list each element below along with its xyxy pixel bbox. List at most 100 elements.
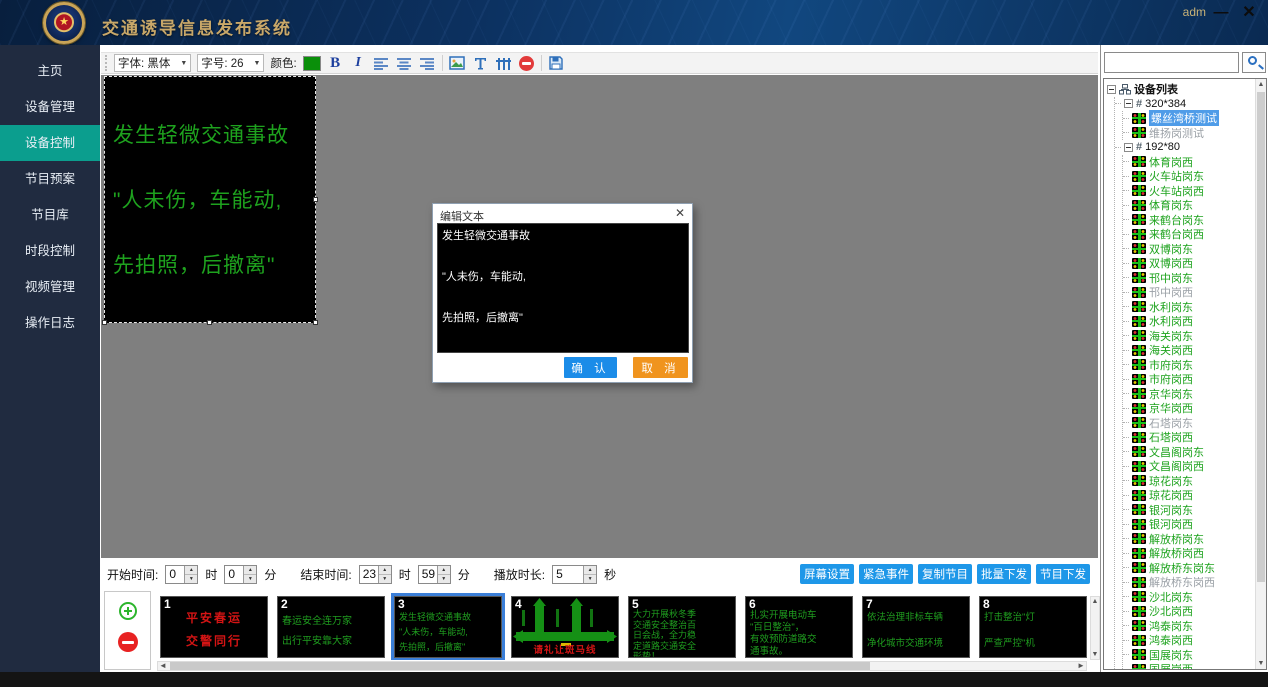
device-item[interactable]: 琼花岗西 bbox=[1123, 488, 1266, 503]
sidebar-item-8[interactable]: 操作日志 bbox=[0, 305, 100, 341]
prohibit-button[interactable] bbox=[518, 54, 535, 72]
duration-input[interactable] bbox=[553, 566, 583, 583]
device-item[interactable]: 水利岗西 bbox=[1123, 314, 1266, 329]
device-item[interactable]: 火车站岗西 bbox=[1123, 184, 1266, 199]
start-minute-stepper[interactable]: ▲▼ bbox=[224, 565, 257, 584]
spin-up-icon[interactable]: ▲ bbox=[584, 566, 596, 575]
sidebar-item-6[interactable]: 时段控制 bbox=[0, 233, 100, 269]
resize-handle-bottom-right[interactable] bbox=[313, 320, 318, 325]
device-item[interactable]: 国展岗西 bbox=[1123, 662, 1266, 670]
tree-vertical-scrollbar[interactable]: ▲ ▼ bbox=[1255, 79, 1266, 669]
end-hour-input[interactable] bbox=[360, 566, 378, 583]
device-item[interactable]: 解放桥东岗东 bbox=[1123, 561, 1266, 576]
scrollbar-thumb[interactable] bbox=[170, 662, 870, 670]
frame-thumbnail-8[interactable]: 8打击整治"灯 严查严控"机 bbox=[979, 596, 1087, 658]
device-item[interactable]: 海关岗东 bbox=[1123, 329, 1266, 344]
tree-group-320*384[interactable]: #320*384 bbox=[1115, 97, 1266, 112]
spin-down-icon[interactable]: ▼ bbox=[185, 575, 197, 583]
insert-text-button[interactable] bbox=[472, 54, 489, 72]
action-button-3[interactable]: 复制节目 bbox=[918, 564, 972, 584]
spinner[interactable]: ▲▼ bbox=[378, 566, 391, 583]
device-item[interactable]: 银河岗东 bbox=[1123, 503, 1266, 518]
device-item[interactable]: 京华岗西 bbox=[1123, 401, 1266, 416]
spin-down-icon[interactable]: ▼ bbox=[244, 575, 256, 583]
start-hour-input[interactable] bbox=[166, 566, 184, 583]
spin-up-icon[interactable]: ▲ bbox=[438, 566, 450, 575]
device-item[interactable]: 解放桥岗东 bbox=[1123, 532, 1266, 547]
device-item[interactable]: 水利岗东 bbox=[1123, 300, 1266, 315]
resize-handle-bottom-left[interactable] bbox=[102, 320, 107, 325]
sidebar-item-4[interactable]: 节目预案 bbox=[0, 161, 100, 197]
scroll-down-icon[interactable]: ▼ bbox=[1091, 650, 1099, 659]
device-item[interactable]: 解放桥东岗西 bbox=[1123, 575, 1266, 590]
action-button-4[interactable]: 批量下发 bbox=[977, 564, 1031, 584]
spinner[interactable]: ▲▼ bbox=[583, 566, 596, 583]
resize-handle-right[interactable] bbox=[313, 197, 318, 202]
close-button[interactable]: ✕ bbox=[1238, 2, 1260, 24]
align-right-button[interactable] bbox=[419, 54, 436, 72]
sidebar-item-2[interactable]: 设备管理 bbox=[0, 89, 100, 125]
sidebar-item-5[interactable]: 节目库 bbox=[0, 197, 100, 233]
align-left-button[interactable] bbox=[373, 54, 390, 72]
device-item[interactable]: 琼花岗东 bbox=[1123, 474, 1266, 489]
device-search-input[interactable] bbox=[1104, 52, 1239, 73]
device-item[interactable]: 来鹤台岗东 bbox=[1123, 213, 1266, 228]
device-item[interactable]: 鸿泰岗东 bbox=[1123, 619, 1266, 634]
tree-collapse-icon[interactable] bbox=[1107, 85, 1116, 94]
device-item[interactable]: 邗中岗西 bbox=[1123, 285, 1266, 300]
device-item[interactable]: 维扬岗测试 bbox=[1123, 126, 1266, 141]
end-minute-stepper[interactable]: ▲▼ bbox=[418, 565, 451, 584]
spin-down-icon[interactable]: ▼ bbox=[438, 575, 450, 583]
spin-up-icon[interactable]: ▲ bbox=[244, 566, 256, 575]
device-search-button[interactable] bbox=[1242, 52, 1266, 73]
spin-down-icon[interactable]: ▼ bbox=[379, 575, 391, 583]
device-item[interactable]: 京华岗东 bbox=[1123, 387, 1266, 402]
action-button-2[interactable]: 紧急事件 bbox=[859, 564, 913, 584]
device-item[interactable]: 文昌阁岗西 bbox=[1123, 459, 1266, 474]
spinner[interactable]: ▲▼ bbox=[243, 566, 256, 583]
frame-thumbnail-7[interactable]: 7依法治理非标车辆 净化城市交通环境 bbox=[862, 596, 970, 658]
device-item[interactable]: 双博岗东 bbox=[1123, 242, 1266, 257]
frame-thumbnail-2[interactable]: 2春运安全连万家 出行平安靠大家 bbox=[277, 596, 385, 658]
bold-button[interactable]: B bbox=[327, 54, 344, 72]
tree-collapse-icon[interactable] bbox=[1124, 99, 1133, 108]
device-item[interactable]: 螺丝湾桥测试 bbox=[1123, 111, 1266, 126]
end-minute-input[interactable] bbox=[419, 566, 437, 583]
start-hour-stepper[interactable]: ▲▼ bbox=[165, 565, 198, 584]
sidebar-item-3[interactable]: 设备控制 bbox=[0, 125, 100, 161]
device-item[interactable]: 沙北岗东 bbox=[1123, 590, 1266, 605]
device-item[interactable]: 市府岗西 bbox=[1123, 372, 1266, 387]
end-hour-stepper[interactable]: ▲▼ bbox=[359, 565, 392, 584]
confirm-button[interactable]: 确 认 bbox=[564, 357, 617, 378]
device-item[interactable]: 体育岗东 bbox=[1123, 198, 1266, 213]
italic-button[interactable]: I bbox=[350, 54, 367, 72]
vertical-scrollbar[interactable]: ▲ ▼ bbox=[1090, 596, 1100, 660]
led-display-preview[interactable]: 发生轻微交通事故 "人未伤，车能动, 先拍照，后撤离" bbox=[104, 76, 316, 323]
device-item[interactable]: 海关岗西 bbox=[1123, 343, 1266, 358]
action-button-5[interactable]: 节目下发 bbox=[1036, 564, 1090, 584]
spin-up-icon[interactable]: ▲ bbox=[185, 566, 197, 575]
frame-thumbnail-6[interactable]: 6扎实开展电动车 "百日整治"， 有效预防道路交 通事故。 bbox=[745, 596, 853, 658]
device-item[interactable]: 沙北岗西 bbox=[1123, 604, 1266, 619]
remove-frame-button[interactable] bbox=[118, 632, 138, 652]
scroll-down-icon[interactable]: ▼ bbox=[1256, 658, 1266, 669]
sidebar-item-1[interactable]: 主页 bbox=[0, 53, 100, 89]
device-item[interactable]: 来鹤台岗西 bbox=[1123, 227, 1266, 242]
insert-barrier-button[interactable] bbox=[495, 54, 512, 72]
dialog-textarea[interactable] bbox=[437, 223, 689, 353]
spinner[interactable]: ▲▼ bbox=[437, 566, 450, 583]
spin-down-icon[interactable]: ▼ bbox=[584, 575, 596, 583]
device-item[interactable]: 邗中岗东 bbox=[1123, 271, 1266, 286]
scroll-up-icon[interactable]: ▲ bbox=[1091, 597, 1099, 606]
frame-thumbnail-5[interactable]: 5大力开展秋冬季 交通安全整治百 日会战，全力稳 定道路交通安全 形势！ bbox=[628, 596, 736, 658]
tree-root-row[interactable]: 设备列表 bbox=[1107, 82, 1266, 97]
save-button[interactable] bbox=[548, 54, 565, 72]
color-swatch[interactable] bbox=[303, 56, 321, 71]
frame-thumbnail-3[interactable]: 3发生轻微交通事故 "人未伤，车能动, 先拍照，后撤离" bbox=[394, 596, 502, 658]
spinner[interactable]: ▲▼ bbox=[184, 566, 197, 583]
sidebar-item-7[interactable]: 视频管理 bbox=[0, 269, 100, 305]
action-button-1[interactable]: 屏幕设置 bbox=[800, 564, 854, 584]
font-size-select[interactable]: 字号: 26 ▼ bbox=[197, 54, 264, 72]
insert-image-button[interactable] bbox=[449, 54, 466, 72]
frame-thumbnail-1[interactable]: 1平安春运 交警同行 bbox=[160, 596, 268, 658]
